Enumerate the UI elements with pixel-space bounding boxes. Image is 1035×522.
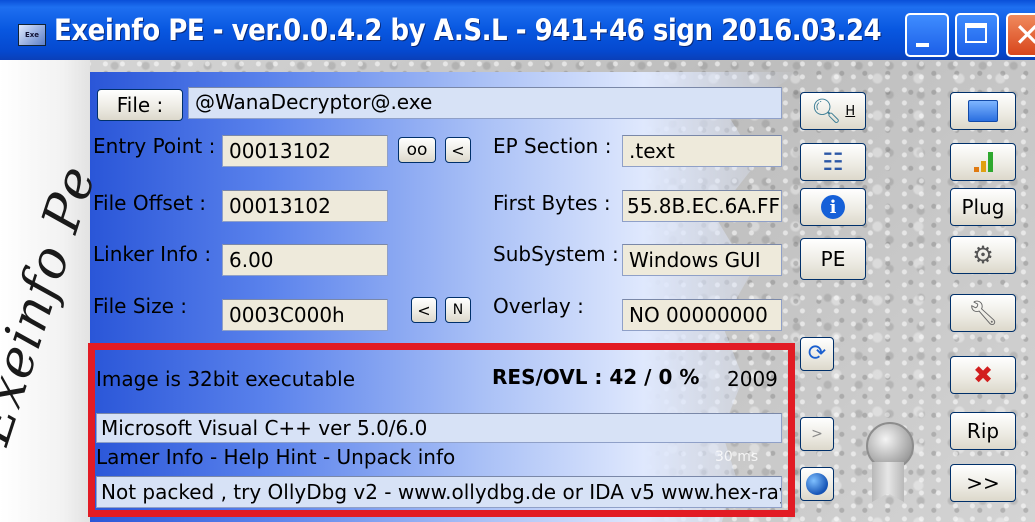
red-x-icon: ✖ xyxy=(972,361,994,389)
folder-icon xyxy=(968,100,998,122)
linker-info-field[interactable]: 6.00 xyxy=(222,244,388,276)
plug-button[interactable]: Plug xyxy=(950,188,1016,226)
structure-button[interactable]: ☷ xyxy=(800,143,866,181)
pe-button[interactable]: PE xyxy=(800,238,866,280)
search-button[interactable]: 🔍︎ H xyxy=(800,92,866,130)
ep-back-button[interactable]: < xyxy=(445,137,471,163)
ep-section-label: EP Section : xyxy=(493,134,612,158)
main-window-body: Exeinfo Pe File : @WanaDecryptor@.exe En… xyxy=(0,60,1035,522)
rip-button[interactable]: Rip xyxy=(950,412,1016,450)
app-icon[interactable]: Exe xyxy=(18,24,46,46)
magnifier-icon: 🔍︎ xyxy=(810,97,842,125)
n-button[interactable]: N xyxy=(445,297,471,323)
size-back-button[interactable]: < xyxy=(411,297,437,323)
file-button-label: File : xyxy=(116,93,164,117)
file-size-label: File Size : xyxy=(93,294,187,318)
subsystem-label: SubSystem : xyxy=(493,242,619,266)
window-title: Exeinfo PE - ver.0.0.4.2 by A.S.L - 941+… xyxy=(54,13,882,47)
info-icon: i xyxy=(821,195,845,219)
highlight-box xyxy=(88,343,795,517)
entry-point-field[interactable]: 00013102 xyxy=(222,135,388,167)
tree-icon: ☷ xyxy=(822,148,844,176)
file-button[interactable]: File : xyxy=(97,89,183,121)
exit-button[interactable]: ✖ xyxy=(950,356,1016,394)
info-button[interactable]: i xyxy=(800,188,866,226)
gear-icon: ⚙ xyxy=(972,241,994,269)
subsystem-field[interactable]: Windows GUI xyxy=(622,244,782,276)
next-button[interactable]: >> xyxy=(950,464,1016,502)
wrench-icon: 🔧︎ xyxy=(967,299,999,327)
options-button[interactable]: ⚙ xyxy=(950,236,1016,274)
maximize-button[interactable] xyxy=(955,13,999,57)
minimize-button[interactable] xyxy=(905,13,949,57)
arrow-button[interactable]: > xyxy=(800,417,834,451)
first-bytes-field[interactable]: 55.8B.EC.6A.FF xyxy=(622,190,782,222)
web-button[interactable] xyxy=(800,467,834,501)
title-bar[interactable]: Exe Exeinfo PE - ver.0.0.4.2 by A.S.L - … xyxy=(0,0,1035,60)
signature-strip: Exeinfo Pe xyxy=(0,60,108,522)
open-folder-button[interactable] xyxy=(950,92,1016,130)
overlay-field[interactable]: NO 00000000 xyxy=(622,299,782,331)
close-button[interactable]: ✕ xyxy=(1006,13,1035,57)
bar-chart-icon xyxy=(973,152,993,172)
oo-button[interactable]: oo xyxy=(398,137,436,163)
linker-info-label: Linker Info : xyxy=(93,242,212,266)
file-path-field[interactable]: @WanaDecryptor@.exe xyxy=(188,87,782,119)
entry-point-label: Entry Point : xyxy=(93,134,216,158)
stats-button[interactable] xyxy=(950,143,1016,181)
tools-button[interactable]: 🔧︎ xyxy=(950,294,1016,332)
file-offset-field[interactable]: 00013102 xyxy=(222,190,388,222)
overlay-label: Overlay : xyxy=(493,294,584,318)
search-hotkey-label: H xyxy=(845,103,856,119)
file-offset-label: File Offset : xyxy=(93,191,207,215)
close-icon: ✕ xyxy=(1014,16,1035,54)
globe-icon xyxy=(806,473,828,495)
file-size-field[interactable]: 0003C000h xyxy=(222,299,388,331)
ep-section-field[interactable]: .text xyxy=(622,135,782,167)
refresh-button[interactable]: ⟳ xyxy=(800,337,834,371)
first-bytes-label: First Bytes : xyxy=(493,191,611,215)
refresh-icon: ⟳ xyxy=(807,341,827,366)
